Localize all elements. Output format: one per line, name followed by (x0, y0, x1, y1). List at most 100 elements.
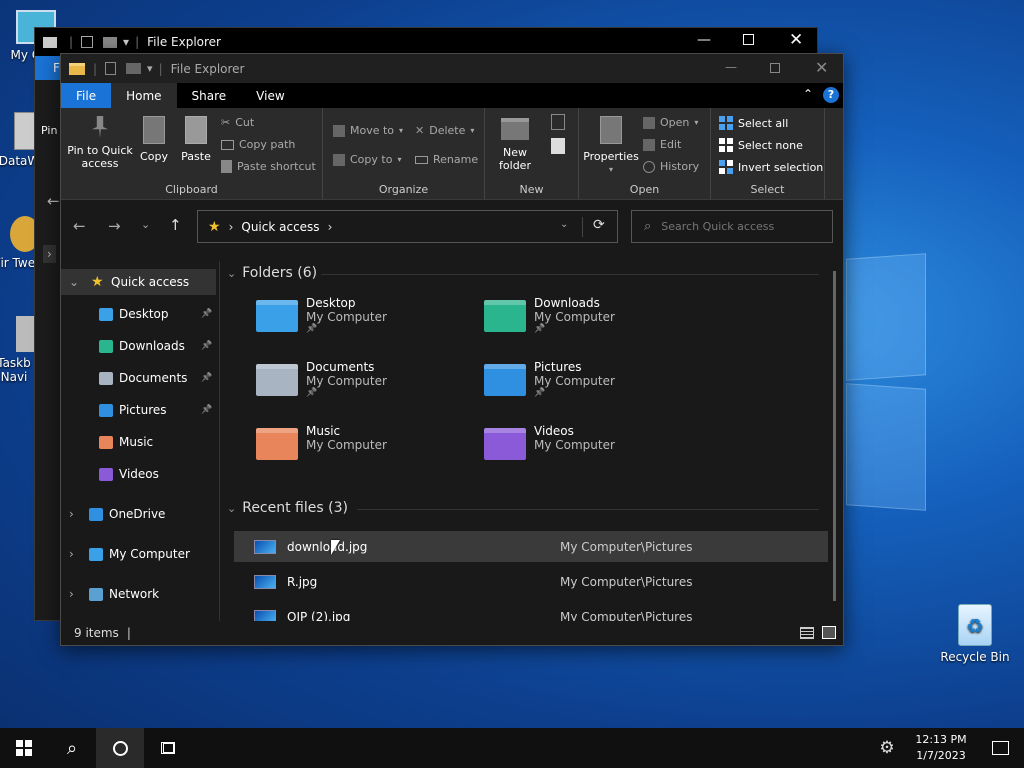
clock[interactable]: 12:13 PM 1/7/2023 (908, 732, 974, 764)
tab-view[interactable]: View (241, 83, 299, 108)
sidebar-item-my-computer[interactable]: › My Computer (61, 541, 216, 567)
new-folder-button[interactable]: New folder (487, 118, 543, 172)
folder-tile[interactable]: Desktop My Computer 📌 (256, 296, 387, 334)
sidebar-item-downloads[interactable]: Downloads 📌 (61, 333, 216, 359)
desktop-icon-recycle-bin[interactable]: ♻ Recycle Bin (940, 604, 1010, 664)
chevron-right-icon[interactable]: › (69, 547, 74, 561)
search-input[interactable] (661, 220, 822, 233)
select-none-button[interactable]: Select none (719, 138, 803, 152)
pin-to-quick-access-button[interactable]: Pin to Quick access (65, 116, 135, 170)
minimize-button[interactable]: — (697, 32, 711, 48)
invert-selection-button[interactable]: Invert selection (719, 160, 823, 174)
maximize-button[interactable] (743, 34, 754, 45)
collapse-ribbon-icon[interactable]: ⌃ (803, 87, 813, 108)
move-to-button[interactable]: Move to ▾ (333, 124, 403, 137)
properties-icon[interactable] (105, 62, 117, 75)
paste-button[interactable]: Paste (181, 116, 211, 163)
folders-header[interactable]: ⌄ Folders (6) (227, 265, 317, 281)
sidebar-item-documents[interactable]: Documents 📌 (61, 365, 216, 391)
forward-arrow-icon[interactable]: → (108, 217, 121, 235)
open-button[interactable]: Open ▾ (643, 116, 698, 129)
back-arrow-icon[interactable]: ← (73, 217, 86, 235)
details-view-icon[interactable] (800, 627, 814, 639)
copy-to-button[interactable]: Copy to ▾ (333, 153, 401, 166)
sidebar-item-desktop[interactable]: Desktop 📌 (61, 301, 216, 327)
cortana-button[interactable] (96, 728, 144, 768)
chevron-right-icon[interactable]: › (69, 587, 74, 601)
address-bar[interactable]: ★ › Quick access › ⌄ ⟳ (197, 210, 618, 243)
large-icons-view-icon[interactable] (822, 626, 836, 639)
folder-tile[interactable]: Pictures My Computer 📌 (484, 360, 615, 398)
history-button[interactable]: History (643, 160, 699, 173)
sidebar-item-pictures[interactable]: Pictures 📌 (61, 397, 216, 423)
notification-center-button[interactable] (976, 728, 1024, 768)
organize-group: Move to ▾ Copy to ▾ ✕ Delete ▾ Rename Organi… (323, 108, 485, 199)
start-button[interactable] (0, 728, 48, 768)
chevron-down-icon[interactable]: ⌄ (69, 275, 79, 289)
address-location[interactable]: Quick access (241, 220, 319, 234)
search-button[interactable]: ⌕ (48, 728, 96, 768)
recent-locations-icon[interactable]: ⌄ (141, 218, 150, 231)
folder-tile[interactable]: Downloads My Computer 📌 (484, 296, 615, 334)
pin-label: Pin (41, 124, 58, 137)
star-icon: ★ (91, 274, 104, 290)
minimize-button[interactable]: — (725, 60, 737, 74)
recent-file-row[interactable]: download.jpg My Computer\Pictures (234, 531, 828, 562)
help-icon[interactable]: ? (823, 87, 839, 103)
tab-file[interactable]: File (61, 83, 112, 108)
music-icon (99, 435, 113, 449)
copy-button[interactable]: Copy (139, 116, 169, 163)
search-box[interactable]: ⌕ (631, 210, 833, 243)
downloads-folder-icon (484, 300, 526, 332)
tab-share[interactable]: Share (177, 83, 242, 108)
chevron-right-icon[interactable]: › (43, 245, 56, 263)
copy-icon (143, 116, 165, 144)
task-view-button[interactable] (144, 728, 192, 768)
new-group-label: New (519, 183, 544, 196)
up-arrow-icon[interactable]: ↑ (169, 216, 182, 234)
copy-path-button[interactable]: Copy path (221, 138, 295, 151)
new-item-icon[interactable] (551, 114, 565, 130)
easy-access-icon[interactable] (551, 138, 565, 154)
clock-date: 1/7/2023 (916, 749, 966, 762)
paste-shortcut-button[interactable]: Paste shortcut (221, 160, 316, 173)
chevron-right-icon[interactable]: › (69, 507, 74, 521)
window-title: File Explorer (170, 61, 245, 76)
properties-button[interactable]: Properties ▾ (583, 116, 639, 176)
recent-files-header[interactable]: ⌄ Recent files (3) (227, 500, 348, 516)
open-group: Properties ▾ Open ▾ Edit History Open (579, 108, 711, 199)
scrollbar[interactable] (833, 271, 836, 601)
folder-tile[interactable]: Videos My Computer (484, 424, 615, 460)
file-explorer-window[interactable]: | ▾ | File Explorer — ✕ File Home Share … (60, 53, 844, 646)
folder-tile[interactable]: Music My Computer (256, 424, 387, 460)
settings-tray-button[interactable]: ⚙ (872, 738, 902, 758)
delete-button[interactable]: ✕ Delete ▾ (415, 124, 474, 137)
taskbar: ⌕ ⚙ 12:13 PM 1/7/2023 (0, 728, 1024, 768)
recent-file-row[interactable]: R.jpg My Computer\Pictures (234, 566, 828, 597)
title-bar[interactable]: | ▾ | File Explorer — ✕ (61, 54, 843, 83)
cut-button[interactable]: ✂ Cut (221, 116, 254, 129)
folder-tile[interactable]: Documents My Computer 📌 (256, 360, 387, 398)
tab-home[interactable]: Home (111, 83, 177, 108)
address-dropdown-icon[interactable]: ⌄ (560, 219, 568, 230)
sidebar-item-network[interactable]: › Network (61, 581, 216, 607)
new-folder-icon[interactable] (126, 63, 142, 74)
status-bar: 9 items | (61, 621, 843, 645)
close-button[interactable]: ✕ (815, 58, 828, 77)
rename-button[interactable]: Rename (415, 153, 478, 166)
chevron-down-icon[interactable]: ▾ (147, 62, 153, 75)
select-all-button[interactable]: Select all (719, 116, 788, 130)
copy-path-icon (221, 139, 234, 150)
edit-button[interactable]: Edit (643, 138, 681, 151)
file-tab[interactable]: F (35, 56, 61, 80)
refresh-icon[interactable]: ⟳ (593, 217, 605, 233)
paste-icon (185, 116, 207, 144)
back-arrow-icon[interactable]: ← (47, 192, 60, 210)
maximize-button[interactable] (770, 63, 780, 73)
sidebar-item-music[interactable]: Music (61, 429, 216, 455)
sidebar-item-quick-access[interactable]: ⌄ ★ Quick access (61, 269, 216, 295)
sidebar-item-onedrive[interactable]: › OneDrive (61, 501, 216, 527)
close-button[interactable]: ✕ (789, 30, 803, 50)
sidebar-item-videos[interactable]: Videos (61, 461, 216, 487)
folder-name: Music (306, 424, 341, 438)
